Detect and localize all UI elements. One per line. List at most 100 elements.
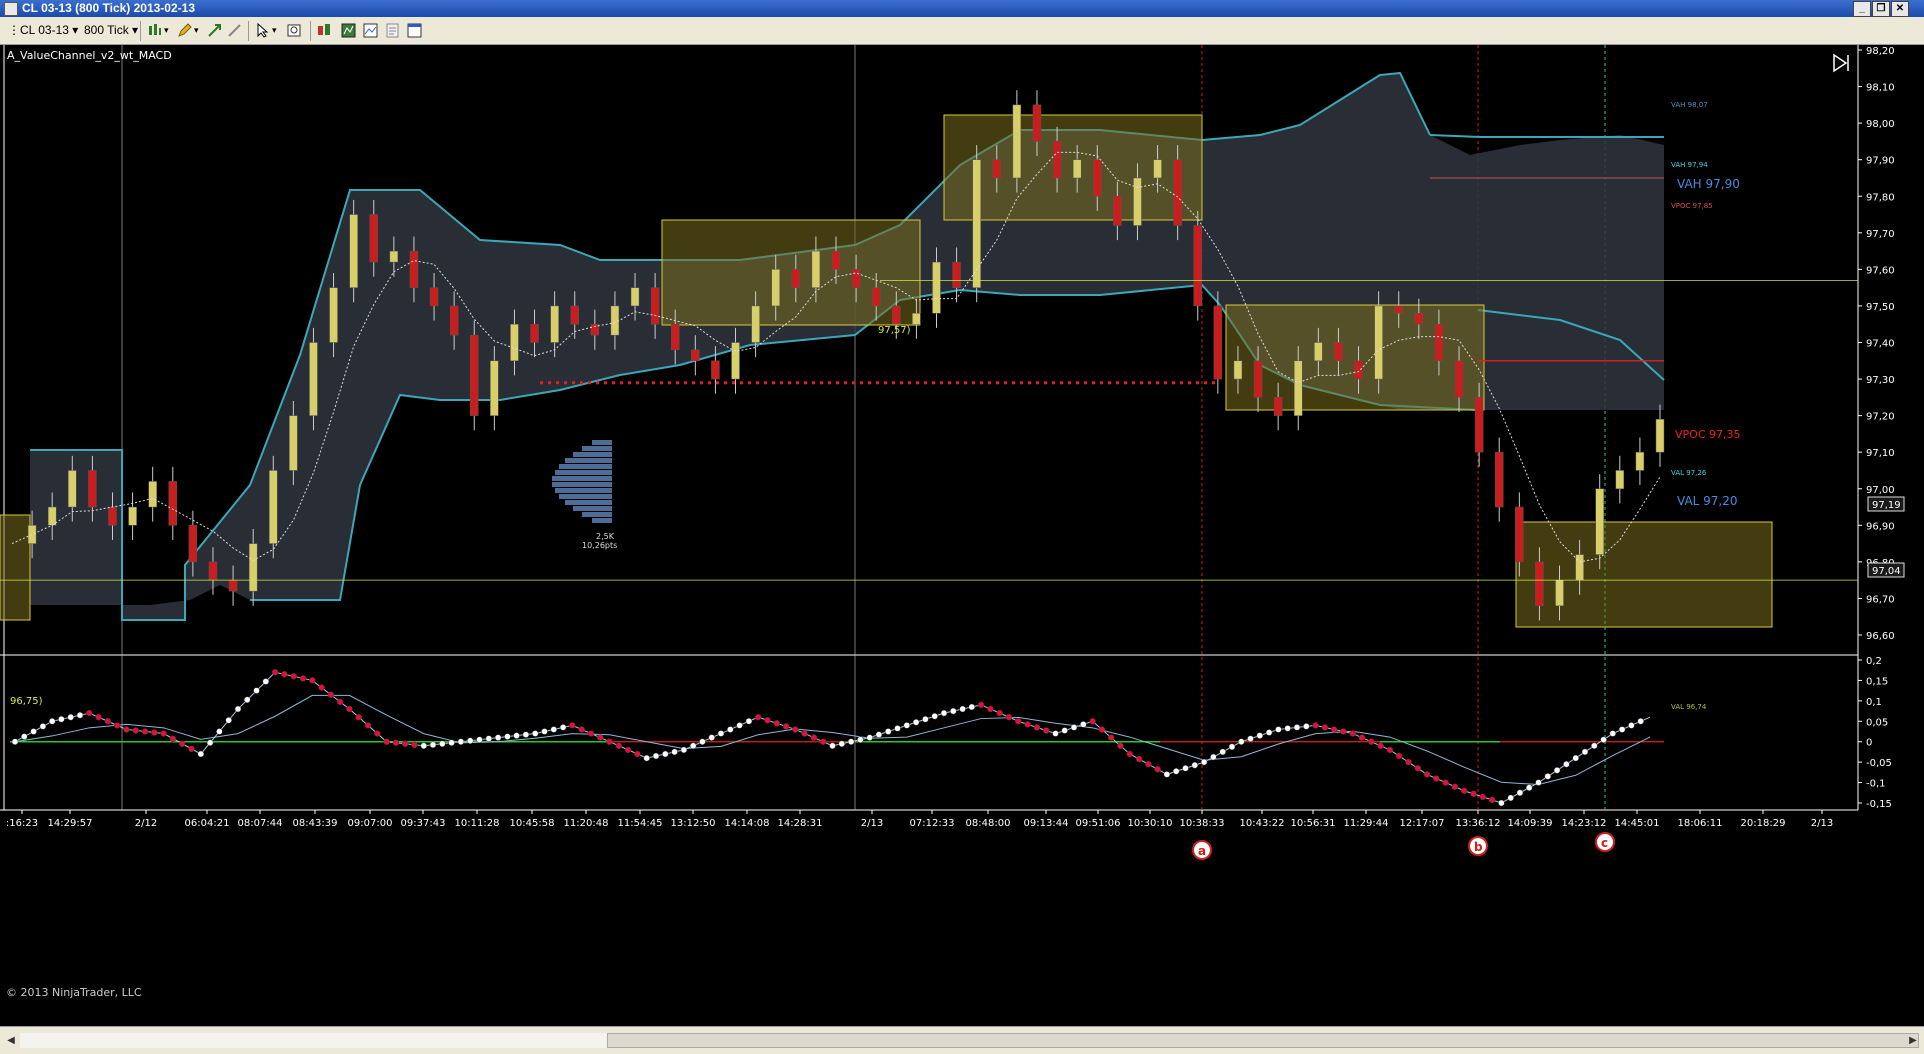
macd-dot <box>717 730 725 737</box>
macd-dot <box>1070 724 1078 731</box>
macd-dot <box>1200 758 1208 766</box>
price-tick-label: 97,80 <box>1866 192 1895 203</box>
macd-dot <box>504 733 511 740</box>
candle-body <box>369 214 379 263</box>
macd-dot <box>624 746 632 754</box>
macd-dot <box>559 724 567 731</box>
candle-body <box>831 250 841 270</box>
macd-dot <box>699 738 706 745</box>
candle-body <box>1394 305 1403 314</box>
zoom-in-icon[interactable] <box>206 22 223 39</box>
macd-dot <box>1451 783 1459 790</box>
scroll-left-icon[interactable]: ◀ <box>4 1033 18 1048</box>
chart-panel[interactable]: 98,20 98,10 98,00 97,90 97,80 97,70 97,60 97,50… <box>0 45 1924 1025</box>
candle-body <box>791 269 801 288</box>
macd-dot <box>1591 742 1598 750</box>
toolbar-separator <box>310 21 311 41</box>
macd-dot <box>522 731 530 738</box>
properties-icon[interactable] <box>286 22 303 39</box>
macd-dot <box>104 718 112 725</box>
volume-profile-bar <box>592 518 612 523</box>
macd-tick-label: 0 <box>1866 738 1872 749</box>
price-tick-label: 97,90 <box>1866 156 1895 167</box>
candle-body <box>932 261 941 314</box>
candle-body <box>1635 451 1645 471</box>
macd-dot <box>466 737 474 744</box>
copyright-label: © 2013 NinjaTrader, LLC <box>6 986 142 999</box>
time-tick-label: 10:56:31 <box>1291 818 1336 829</box>
indicator-label: A_ValueChannel_v2_wt_MACD <box>7 49 172 62</box>
toolbar-separator <box>140 21 141 41</box>
toolbar: ⋮ CL 03-13 ▾ 800 Tick ▾ ▾ ▾ ▾ <box>0 17 1924 45</box>
candle-body <box>349 214 358 288</box>
price-chart-svg[interactable]: 98,20 98,10 98,00 97,90 97,80 97,70 97,60 97,50… <box>0 45 1924 1025</box>
horizontal-scrollbar[interactable]: ◀ ▶ <box>0 1026 1924 1054</box>
macd-dot <box>271 669 279 676</box>
chevron-down-icon[interactable]: ▾ <box>164 22 169 39</box>
poc-label-1: 97,57) <box>878 325 911 336</box>
chevron-down-icon[interactable]: ▾ <box>272 22 277 39</box>
scroll-thumb[interactable] <box>607 1033 1919 1048</box>
chevron-down-icon[interactable]: ▾ <box>194 22 199 39</box>
candle-body <box>128 506 137 526</box>
macd-dot <box>819 738 827 745</box>
macd-dot <box>569 722 576 729</box>
macd-dot <box>58 715 65 723</box>
macd-dot <box>587 730 595 737</box>
candle-body <box>590 323 600 336</box>
vah-big-label: VAH 97,90 <box>1677 177 1740 191</box>
candle-body <box>389 250 399 263</box>
macd-dot <box>1098 726 1106 733</box>
vah-2-label: VAH 97,94 <box>1671 161 1708 169</box>
macd-dot <box>727 726 734 733</box>
macd-dot <box>987 705 994 713</box>
macd-dot <box>374 730 381 737</box>
template-icon[interactable] <box>384 22 401 39</box>
candle-body <box>47 506 57 526</box>
volume-profile-bar <box>565 458 612 463</box>
macd-dot <box>875 731 883 738</box>
draw-pencil-icon[interactable] <box>176 22 193 39</box>
close-button[interactable]: ✕ <box>1891 1 1909 17</box>
macd-dot <box>950 707 957 715</box>
strategies-icon[interactable] <box>340 22 357 39</box>
time-tick-label: 13:12:50 <box>671 818 716 829</box>
restore-button[interactable]: ❐ <box>1872 1 1890 17</box>
macd-dot <box>48 718 56 725</box>
price-tick-label: 97,20 <box>1866 412 1895 423</box>
val-1-label: VAL 97,26 <box>1671 469 1707 477</box>
macd-dot <box>550 726 558 733</box>
candle-body <box>409 250 419 288</box>
time-tick-label: 2/12 <box>135 818 157 829</box>
minimize-button[interactable]: _ <box>1853 1 1871 17</box>
cursor-icon[interactable] <box>254 22 271 39</box>
settings-icon[interactable] <box>406 22 423 39</box>
marker-b: b <box>1468 836 1488 856</box>
chart-style-icon[interactable] <box>146 22 163 39</box>
time-tick-label: 10:43:22 <box>1240 818 1285 829</box>
marker-a: a <box>1192 840 1212 860</box>
volume-profile-bar <box>555 470 612 475</box>
time-tick-label: 07:12:33 <box>910 818 955 829</box>
indicators-icon[interactable] <box>316 22 333 39</box>
scroll-right-icon[interactable]: ▶ <box>1906 1033 1920 1048</box>
candle-body <box>811 250 821 288</box>
candle-body <box>1072 159 1082 179</box>
data-box-icon[interactable] <box>362 22 379 39</box>
macd-dot <box>689 742 697 750</box>
interval-selector[interactable]: 800 Tick ▾ <box>84 22 138 39</box>
candle-body <box>871 287 881 307</box>
macd-dot <box>801 730 808 737</box>
macd-tick-label: -0,1 <box>1866 779 1886 790</box>
macd-dot <box>1256 732 1264 739</box>
macd-dot <box>216 728 223 735</box>
zoom-out-icon[interactable] <box>226 22 243 39</box>
volume-profile-bar <box>559 494 612 499</box>
instrument-selector[interactable]: CL 03-13 ▾ <box>20 22 78 39</box>
candle-body <box>1253 360 1263 398</box>
macd-dot <box>1460 787 1468 794</box>
time-tick-label: 14:23:12 <box>1562 818 1607 829</box>
macd-dot <box>1377 742 1384 750</box>
macd-dot <box>401 740 409 748</box>
candle-body <box>1334 342 1343 362</box>
